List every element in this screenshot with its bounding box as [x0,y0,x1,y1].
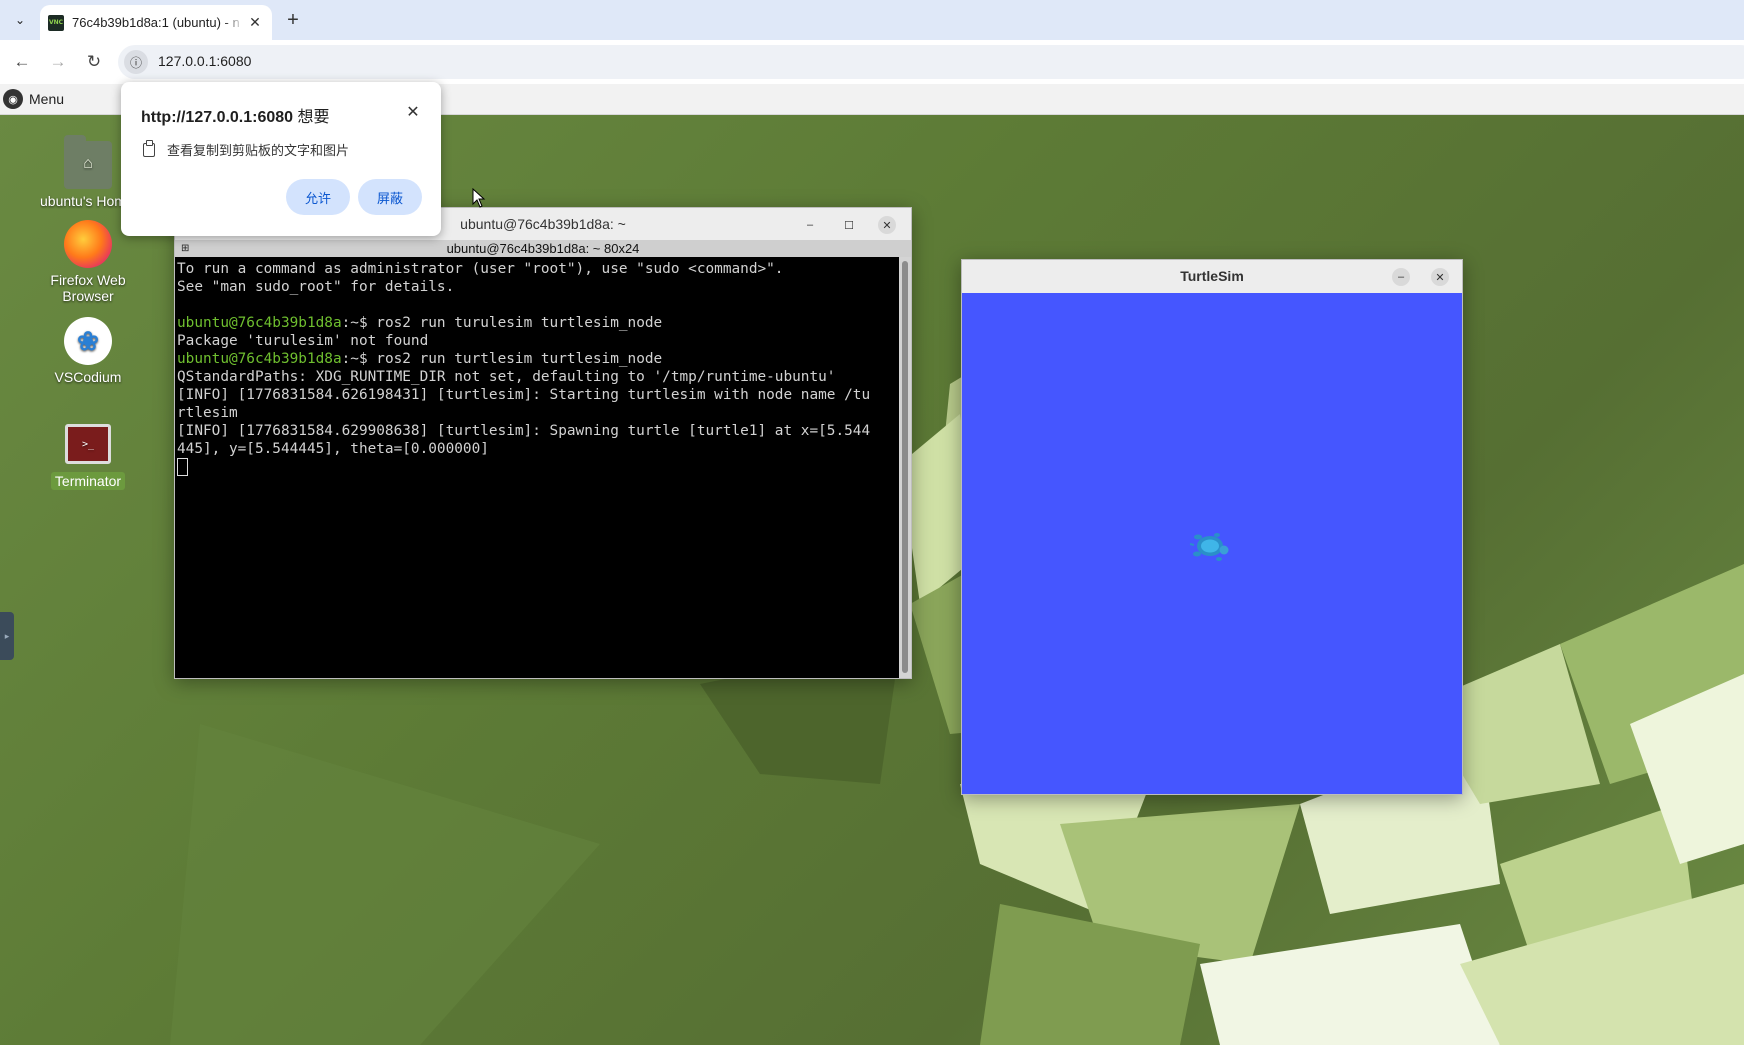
turtlesim-window-title: TurtleSim [1180,268,1244,284]
minimize-icon[interactable]: – [1392,268,1410,286]
minimize-icon[interactable]: – [801,216,819,234]
desktop-icon-label: ubuntu's Home [40,193,124,209]
maximize-icon[interactable]: ☐ [840,216,858,234]
terminal-line: Package 'turulesim' not found [177,332,899,350]
terminal-line-text: See "man sudo_root" for details. [177,279,455,295]
browser-tabstrip: ⌄ VNC 76c4b39b1d8a:1 (ubuntu) - n ✕ + [0,0,1744,40]
home-folder-icon: ⌂ [64,135,112,189]
permission-wants: 想要 [297,109,330,126]
terminal-line-text: [INFO] [1776831584.629908638] [turtlesim… [177,423,871,439]
address-bar[interactable]: ⓘ 127.0.0.1:6080 [118,45,1744,79]
permission-origin: http://127.0.0.1:6080 [141,109,294,126]
back-icon[interactable]: ← [10,50,34,74]
site-info-icon[interactable]: ⓘ [124,50,148,74]
desktop-icon-vscodium[interactable]: ❀ VSCodium [40,317,136,385]
terminal-line: QStandardPaths: XDG_RUNTIME_DIR not set,… [177,368,899,386]
vnc-sidebar-handle[interactable]: ▸ [0,612,14,660]
turtle-icon [1189,533,1229,561]
terminal-output[interactable]: To run a command as administrator (user … [175,257,899,678]
menu-button[interactable]: ◉ Menu [3,88,64,110]
permission-description: 查看复制到剪贴板的文字和图片 [167,143,350,158]
terminal-line: ubuntu@76c4b39b1d8a:~$ ros2 run turulesi… [177,314,899,332]
close-icon[interactable]: ✕ [403,102,423,122]
menu-label: Menu [29,91,65,107]
block-button[interactable]: 屏蔽 [358,179,422,215]
terminal-line-text: To run a command as administrator (user … [177,261,784,277]
tab-title: 76c4b39b1d8a:1 (ubuntu) - n [72,15,240,30]
mouse-pointer-icon [472,188,486,208]
browser-tab[interactable]: VNC 76c4b39b1d8a:1 (ubuntu) - n ✕ [40,5,272,40]
terminal-line-text: rtlesim [177,405,238,421]
firefox-icon [64,220,112,268]
terminal-line-text: QStandardPaths: XDG_RUNTIME_DIR not set,… [177,369,836,385]
ubuntu-logo-icon: ◉ [3,89,23,109]
terminal-line-text: 445], y=[5.544445], theta=[0.000000] [177,441,489,457]
terminal-subbar: ⊞ ubuntu@76c4b39b1d8a: ~ 80x24 [175,240,911,257]
desktop-icon-label: VSCodium [54,369,122,385]
terminal-line: See "man sudo_root" for details. [177,278,899,296]
close-icon[interactable]: ✕ [878,216,896,234]
prompt-user: ubuntu@76c4b39b1d8a [177,351,342,367]
desktop-icon-terminator[interactable]: >_ Terminator [40,420,136,490]
terminal-scrollbar[interactable] [899,257,911,678]
terminal-line: rtlesim [177,404,899,422]
terminal-line-text: Package 'turulesim' not found [177,333,429,349]
terminal-line: 445], y=[5.544445], theta=[0.000000] [177,440,899,458]
close-icon[interactable]: ✕ [1431,268,1449,286]
url-text[interactable]: 127.0.0.1:6080 [158,53,251,69]
tab-search-icon[interactable]: ⌄ [6,6,34,34]
terminal-line-text: :~$ ros2 run turulesim turtlesim_node [341,315,663,331]
clipboard-permission-popup: http://127.0.0.1:6080 想要 ✕ 查看复制到剪贴板的文字和图… [121,82,441,236]
forward-icon[interactable]: → [46,50,70,74]
allow-button[interactable]: 允许 [286,179,350,215]
terminal-subtitle: ubuntu@76c4b39b1d8a: ~ 80x24 [446,241,640,256]
turtlesim-canvas [962,293,1462,794]
close-icon[interactable]: ✕ [246,14,264,32]
terminal-window[interactable]: ubuntu@76c4b39b1d8a: ~ – ☐ ✕ ⊞ ubuntu@76… [174,207,912,679]
terminal-line-text: :~$ ros2 run turtlesim turtlesim_node [341,351,663,367]
turtlesim-window[interactable]: TurtleSim – ✕ [961,259,1463,795]
terminal-line-text: [INFO] [1776831584.626198431] [turtlesim… [177,387,871,403]
vscodium-icon: ❀ [64,317,112,365]
terminal-line: [INFO] [1776831584.626198431] [turtlesim… [177,386,899,404]
permission-row: 查看复制到剪贴板的文字和图片 [143,139,350,159]
terminal-line: [INFO] [1776831584.629908638] [turtlesim… [177,422,899,440]
terminator-icon: >_ [65,424,111,464]
permission-title: http://127.0.0.1:6080 想要 [141,103,330,127]
browser-toolbar: ← → ↻ ⓘ 127.0.0.1:6080 [0,40,1744,84]
turtlesim-titlebar[interactable]: TurtleSim – ✕ [962,260,1462,293]
vnc-favicon-icon: VNC [48,14,64,31]
terminal-cursor [177,458,188,476]
desktop-icon-label: Firefox Web Browser [50,272,126,304]
clipboard-icon [143,139,155,157]
terminal-line: To run a command as administrator (user … [177,260,899,278]
terminal-line: ubuntu@76c4b39b1d8a:~$ ros2 run turtlesi… [177,350,899,368]
prompt-user: ubuntu@76c4b39b1d8a [177,315,342,331]
desktop-icon-label: Terminator [50,472,126,490]
reload-icon[interactable]: ↻ [82,50,106,74]
plus-icon[interactable]: + [281,8,305,32]
